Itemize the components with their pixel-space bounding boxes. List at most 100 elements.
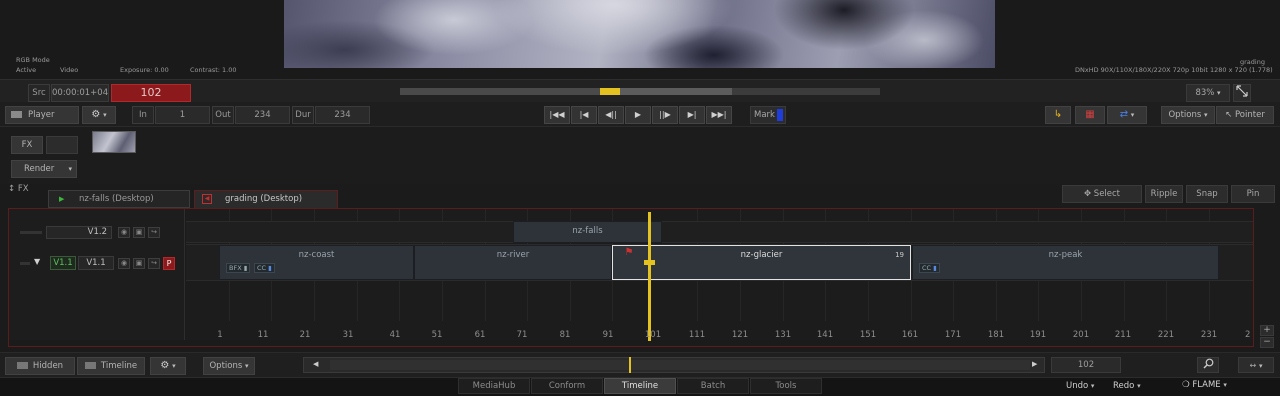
lock-icon[interactable]: ▣ <box>133 227 145 238</box>
scrub-bar-playhead[interactable] <box>600 88 620 95</box>
tab-grading[interactable]: ◀ grading (Desktop) <box>194 190 338 208</box>
settings-dropdown[interactable]: ⚙ ▾ <box>150 357 186 375</box>
chevron-down-icon: ▾ <box>1137 382 1141 390</box>
go-to-end-button[interactable]: ▶▶| <box>706 106 732 124</box>
hidden-label: Hidden <box>32 361 64 371</box>
chevron-down-icon: ▾ <box>244 362 249 370</box>
fx-button[interactable]: FX <box>11 136 43 154</box>
lock-icon[interactable]: ▣ <box>133 258 145 269</box>
track-grip[interactable] <box>20 231 42 234</box>
link-icon[interactable]: ↪ <box>148 227 160 238</box>
go-to-start-button[interactable]: |◀◀ <box>544 106 570 124</box>
track-name-v12[interactable]: V1.2 <box>46 226 112 239</box>
play-backward-button[interactable]: ◀|| <box>598 106 624 124</box>
segment-nz-falls[interactable]: nz-falls <box>513 221 662 243</box>
clip-thumbnail[interactable] <box>92 131 136 153</box>
play-forward-button[interactable]: ||▶ <box>652 106 678 124</box>
clip-name-label: grading <box>1240 58 1265 66</box>
timeline-view-toggle[interactable]: Timeline <box>77 357 145 375</box>
ruler-tick: 71 <box>516 330 528 340</box>
bfx-badge[interactable]: BFX ▮ <box>226 263 251 273</box>
scroll-thumb[interactable] <box>330 360 1030 370</box>
transition-flag-icon[interactable]: ⚑ <box>623 248 635 260</box>
track-header-v11[interactable]: ▼ V1.1 V1.1 ◉ ▣ ↪ P <box>14 255 184 273</box>
tab-conform[interactable]: Conform <box>531 378 603 394</box>
track-name-v11[interactable]: V1.1 <box>78 256 114 270</box>
pointer-tool-button[interactable]: ↖ Pointer <box>1216 106 1274 124</box>
cc-badge[interactable]: CC ▮ <box>254 263 275 273</box>
track-collapse-icon[interactable]: ▼ <box>34 257 40 266</box>
settings-dropdown[interactable]: ⚙ ▾ <box>82 106 116 124</box>
eye-icon[interactable]: ◉ <box>118 258 130 269</box>
chevron-down-icon: ▾ <box>1130 111 1135 119</box>
pin-toggle[interactable]: Pin <box>1231 185 1275 203</box>
hidden-toggle[interactable]: Hidden <box>5 357 75 375</box>
select-mode-button[interactable]: ✥ Select <box>1062 185 1142 203</box>
track-row-v12 <box>186 221 1253 243</box>
format-label: DNxHD 90X/110X/180X/220X 720p 10bit 1280… <box>1075 66 1273 74</box>
scrub-bar[interactable] <box>400 88 880 95</box>
tab-nz-falls[interactable]: ▶ nz-falls (Desktop) <box>48 190 190 208</box>
options-dropdown[interactable]: Options ▾ <box>203 357 255 375</box>
ruler-tick: 101 <box>644 330 662 340</box>
tab-mediahub[interactable]: MediaHub <box>458 378 530 394</box>
segment-nz-coast[interactable]: nz-coast BFX ▮ CC ▮ <box>219 245 414 280</box>
fit-view-button[interactable] <box>1233 84 1251 102</box>
exposure-label: Exposure: 0.00 <box>120 66 169 74</box>
overwrite-edit-button[interactable]: ▦ <box>1075 106 1105 124</box>
mark-button[interactable]: Mark <box>750 106 786 124</box>
eye-icon[interactable]: ◉ <box>118 227 130 238</box>
positioner-handle[interactable] <box>644 260 655 265</box>
redo-dropdown[interactable]: Redo ▾ <box>1113 381 1141 391</box>
ruler-tick: 171 <box>944 330 962 340</box>
segment-nz-glacier[interactable]: nz-glacier 19 ⚑ <box>612 245 911 280</box>
primary-track-toggle[interactable]: P <box>163 257 175 270</box>
options-dropdown[interactable]: Options ▾ <box>1161 106 1215 124</box>
next-frame-icon: ▶| <box>687 110 697 119</box>
current-frame-field[interactable]: 102 <box>111 84 191 102</box>
undo-dropdown[interactable]: Undo ▾ <box>1066 381 1094 391</box>
replace-edit-dropdown[interactable]: ⇄ ▾ <box>1107 106 1147 124</box>
in-field[interactable]: 1 <box>155 106 210 124</box>
next-frame-button[interactable]: ▶| <box>679 106 705 124</box>
search-button[interactable] <box>1197 357 1219 373</box>
gear-icon: ⚙ <box>91 109 101 120</box>
timeline-scrollbar[interactable]: ◀ ▶ <box>303 357 1045 373</box>
out-field[interactable]: 234 <box>235 106 290 124</box>
previous-frame-button[interactable]: |◀ <box>571 106 597 124</box>
timecode-field[interactable]: 00:00:01+04 <box>51 84 109 102</box>
zoom-out-track-button[interactable]: − <box>1260 337 1274 348</box>
player-button[interactable]: Player <box>5 106 79 124</box>
tab-tools[interactable]: Tools <box>750 378 822 394</box>
segment-nz-peak[interactable]: nz-peak CC ▮ <box>912 245 1219 280</box>
scroll-right-icon[interactable]: ▶ <box>1032 360 1037 368</box>
link-icon[interactable]: ↪ <box>148 258 160 269</box>
segment-nz-river[interactable]: nz-river <box>414 245 612 280</box>
scroll-left-icon[interactable]: ◀ <box>313 360 318 368</box>
source-track-v11[interactable]: V1.1 <box>50 256 76 270</box>
ripple-toggle[interactable]: Ripple <box>1145 185 1183 203</box>
timeline-positioner[interactable] <box>648 212 651 341</box>
tab-timeline[interactable]: Timeline <box>604 378 676 394</box>
chevron-down-icon: ▾ <box>1203 111 1208 119</box>
play-button[interactable]: ▶ <box>625 106 651 124</box>
zoom-dropdown[interactable]: 83% ▾ <box>1186 84 1230 102</box>
timeline-ruler[interactable]: 1 11 21 31 41 51 61 71 81 91 101 111 121… <box>186 330 1253 346</box>
zoom-in-track-button[interactable]: + <box>1260 325 1274 336</box>
video-frame <box>284 0 995 68</box>
snap-toggle[interactable]: Snap <box>1186 185 1228 203</box>
frame-field[interactable]: 102 <box>1051 357 1121 373</box>
fit-timeline-dropdown[interactable]: ↔ ▾ <box>1238 357 1274 373</box>
track-header-v12[interactable]: V1.2 ◉ ▣ ↪ <box>14 225 184 241</box>
insert-edit-button[interactable]: ↳ <box>1045 106 1071 124</box>
track-grip[interactable] <box>20 262 30 265</box>
render-dropdown[interactable]: Render ▾ <box>11 160 77 178</box>
blank-button[interactable] <box>46 136 78 154</box>
tab-batch[interactable]: Batch <box>677 378 749 394</box>
app-menu[interactable]: ❍ FLAME ▾ <box>1182 380 1227 390</box>
fx-toggle[interactable]: ↕ FX <box>8 184 36 198</box>
options-label: Options <box>209 361 243 371</box>
cc-badge[interactable]: CC ▮ <box>919 263 940 273</box>
hidden-icon <box>16 362 28 369</box>
dur-field[interactable]: 234 <box>315 106 370 124</box>
